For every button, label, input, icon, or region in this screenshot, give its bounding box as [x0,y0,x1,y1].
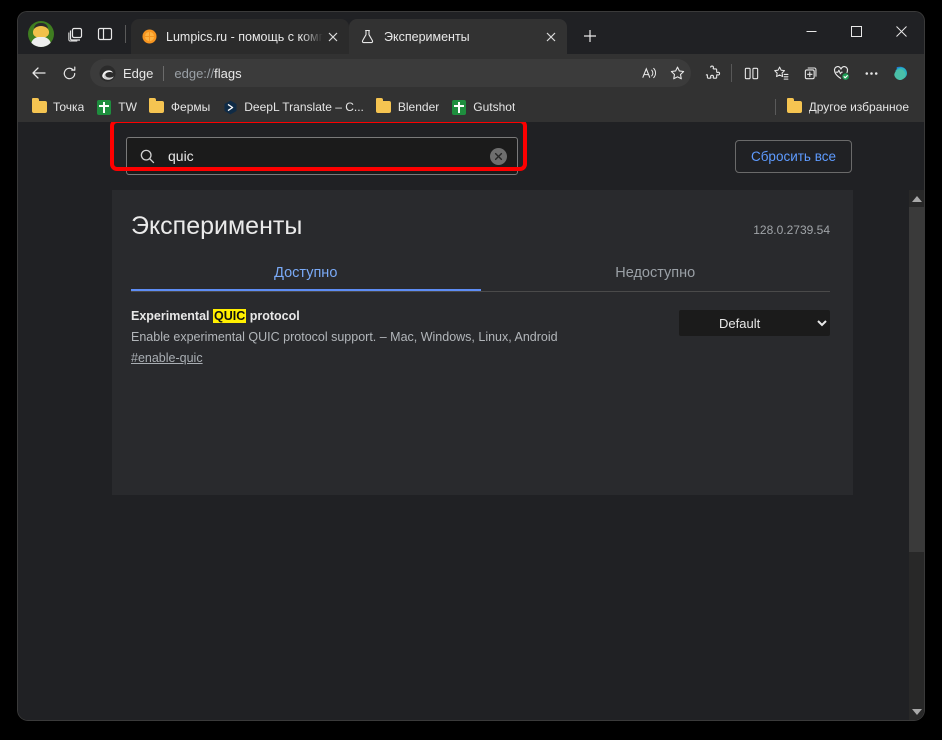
flags-tabs: Доступно Недоступно [131,265,830,292]
bookmark-label: Другое избранное [808,100,909,114]
bookmark-label: Фермы [170,100,211,114]
folder-icon [787,98,803,115]
flag-anchor-link[interactable]: #enable-quic [131,351,203,365]
flags-search-row: Сбросить все [18,122,924,190]
flag-text-block: Experimental QUIC protocol Enable experi… [131,309,659,367]
url-scheme: edge:// [174,65,215,81]
search-box[interactable] [126,137,518,175]
clear-search-icon[interactable] [490,147,507,165]
bookmark-item[interactable]: TW [91,96,144,118]
profile-avatar[interactable] [28,21,54,47]
split-pane-icon[interactable] [90,19,120,49]
bookmark-label: Blender [397,100,440,114]
split-screen-icon[interactable] [736,58,766,88]
bookmark-item[interactable]: Blender [371,96,446,118]
toolbar-divider [731,64,732,82]
bookmark-item[interactable]: Точка [26,96,91,118]
tab-actions-icon[interactable] [60,19,90,49]
page-content: Сбросить все Эксперименты 128.0.2739.54 … [18,122,924,720]
omnibox-url: edge://flags [174,66,241,81]
orange-icon [141,29,157,45]
omnibox-actions [635,60,691,86]
add-to-collection-icon[interactable] [796,58,826,88]
flag-title: Experimental QUIC protocol [131,309,659,323]
window-controls [789,12,924,50]
minimize-button[interactable] [789,12,834,50]
close-button[interactable] [879,12,924,50]
browser-window: Lumpics.ru - помощь с компьютер Эксперим… [18,12,924,720]
page-title: Эксперименты [131,212,303,240]
scroll-down-icon[interactable] [909,703,924,720]
bookmark-label: Точка [53,100,85,114]
settings-more-icon[interactable] [856,58,886,88]
favorite-star-icon[interactable] [663,60,691,86]
tabstrip-divider [125,25,126,43]
back-icon[interactable] [24,58,54,88]
flags-card: Эксперименты 128.0.2739.54 Доступно Недо… [112,190,853,495]
reset-all-button[interactable]: Сбросить все [734,139,852,173]
search-wrapper [110,122,543,175]
deepl-icon [222,99,238,115]
folder-icon [376,98,392,115]
folder-icon [149,98,165,115]
tab-available[interactable]: Доступно [131,265,481,291]
vertical-scrollbar[interactable] [909,190,924,720]
version-label: 128.0.2739.54 [753,223,830,237]
close-icon[interactable] [323,27,343,47]
bookmarks-divider [774,99,776,115]
copilot-icon[interactable] [886,58,916,88]
omnibox-divider [163,65,165,81]
read-aloud-icon[interactable] [635,60,663,86]
bookmark-label: TW [118,100,137,114]
flag-title-after: protocol [246,309,300,323]
bookmark-item[interactable]: DeepL Translate – C... [217,96,371,118]
tab-strip: Lumpics.ru - помощь с компьютер Эксперим… [18,12,924,54]
browser-toolbar: Edge edge://flags [18,54,924,92]
browser-essentials-icon[interactable] [826,58,856,88]
flag-description: Enable experimental QUIC protocol suppor… [131,330,558,344]
collections-icon[interactable] [766,58,796,88]
tab-unavailable[interactable]: Недоступно [481,265,831,291]
browser-tab-active[interactable]: Эксперименты [349,19,567,54]
url-path: flags [214,65,242,81]
flag-title-highlight: QUIC [212,309,247,323]
bookmark-other-favorites[interactable]: Другое избранное [782,96,916,118]
flags-scroll-area: Эксперименты 128.0.2739.54 Доступно Недо… [18,190,924,720]
refresh-icon[interactable] [54,58,84,88]
omnibox-brand: Edge [123,65,154,81]
search-input[interactable] [168,148,490,164]
flag-entry: Experimental QUIC protocol Enable experi… [131,309,830,367]
maximize-button[interactable] [834,12,879,50]
flask-icon [359,29,375,45]
flag-state-select[interactable]: DefaultEnabledDisabled [679,310,830,336]
extensions-icon[interactable] [697,58,727,88]
flag-title-before: Experimental [131,309,213,323]
scroll-up-icon[interactable] [909,190,924,207]
edge-logo-icon [99,65,116,82]
bookmarks-bar: Точка TW Фермы DeepL Translate – C... Bl… [18,92,924,122]
browser-tab[interactable]: Lumpics.ru - помощь с компьютер [131,19,349,54]
new-tab-button[interactable] [575,21,605,51]
search-icon [139,148,156,165]
sheets-icon [451,99,467,115]
tab-title: Эксперименты [384,29,470,44]
bookmark-item[interactable]: Фермы [144,96,217,118]
bookmark-item[interactable]: Gutshot [446,96,522,118]
tab-title: Lumpics.ru - помощь с компьютер [166,29,323,44]
close-icon[interactable] [541,27,561,47]
scrollbar-thumb[interactable] [909,207,924,552]
address-bar[interactable]: Edge edge://flags [90,59,691,87]
folder-icon [31,98,47,115]
flags-header: Эксперименты 128.0.2739.54 [131,212,830,241]
scrollbar-track[interactable] [909,207,924,703]
bookmark-label: DeepL Translate – C... [244,100,364,114]
bookmark-label: Gutshot [473,100,516,114]
sheets-icon [96,99,112,115]
